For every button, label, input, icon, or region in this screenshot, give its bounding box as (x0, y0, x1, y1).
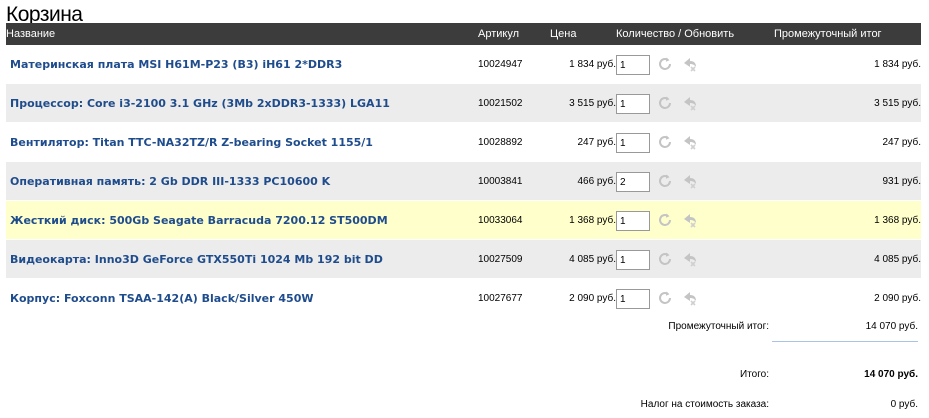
sku-cell: 10003841 (478, 161, 544, 201)
product-link[interactable]: Процессор: Core i3-2100 3.1 GHz (3Mb 2xD… (6, 97, 390, 110)
refresh-icon[interactable] (655, 288, 675, 308)
remove-icon[interactable] (680, 93, 700, 113)
product-link[interactable]: Корпус: Foxconn TSAA-142(A) Black/Silver… (6, 292, 313, 305)
subtotal-cell: 247 руб. (774, 122, 921, 162)
cart-row: Материнская плата MSI H61M-P23 (B3) iH61… (6, 45, 921, 84)
product-cell: Видеокарта: Inno3D GeForce GTX550Ti 1024… (6, 239, 478, 279)
remove-icon[interactable] (680, 54, 700, 74)
product-cell: Материнская плата MSI H61M-P23 (B3) iH61… (6, 45, 478, 84)
summary-tax-label: Налог на стоимость заказа: (640, 399, 769, 410)
cart-table: Название Артикул Цена Количество / Обнов… (6, 23, 921, 318)
subtotal-cell: 4 085 руб. (774, 239, 921, 279)
refresh-icon[interactable] (655, 93, 675, 113)
refresh-icon[interactable] (655, 249, 675, 269)
remove-icon[interactable] (680, 249, 700, 269)
subtotal-cell: 931 руб. (774, 161, 921, 201)
quantity-input[interactable] (616, 211, 650, 231)
product-link[interactable]: Видеокарта: Inno3D GeForce GTX550Ti 1024… (6, 253, 383, 266)
remove-icon[interactable] (680, 171, 700, 191)
remove-icon[interactable] (680, 288, 700, 308)
cart-header-row: Название Артикул Цена Количество / Обнов… (6, 23, 921, 45)
sku-cell: 10033064 (478, 200, 544, 240)
summary-divider (772, 341, 918, 342)
refresh-icon[interactable] (655, 54, 675, 74)
remove-icon[interactable] (680, 132, 700, 152)
subtotal-cell: 1 368 руб. (774, 200, 921, 240)
price-cell: 466 руб. (544, 161, 616, 201)
header-sku: Артикул (478, 23, 544, 45)
quantity-input[interactable] (616, 250, 650, 270)
product-link[interactable]: Оперативная память: 2 Gb DDR III-1333 PC… (6, 175, 330, 188)
sku-cell: 10021502 (478, 83, 544, 123)
cart-row: Вентилятор: Titan TTC-NA32TZ/R Z-bearing… (6, 122, 921, 162)
product-link[interactable]: Материнская плата MSI H61M-P23 (B3) iH61… (6, 58, 342, 71)
sku-cell: 10024947 (478, 45, 544, 84)
summary-subtotal-value: 14 070 руб. (865, 321, 918, 332)
price-cell: 247 руб. (544, 122, 616, 162)
quantity-input[interactable] (616, 94, 650, 114)
summary-total-label: Итого: (740, 369, 769, 380)
sku-cell: 10028892 (478, 122, 544, 162)
header-subtotal: Промежуточный итог (774, 23, 921, 45)
qty-cell (616, 122, 774, 162)
price-cell: 1 368 руб. (544, 200, 616, 240)
cart-row: Процессор: Core i3-2100 3.1 GHz (3Mb 2xD… (6, 83, 921, 123)
subtotal-cell: 2 090 руб. (774, 278, 921, 318)
subtotal-cell: 1 834 руб. (774, 45, 921, 84)
product-cell: Корпус: Foxconn TSAA-142(A) Black/Silver… (6, 278, 478, 318)
cart-row: Корпус: Foxconn TSAA-142(A) Black/Silver… (6, 278, 921, 318)
price-cell: 4 085 руб. (544, 239, 616, 279)
sku-cell: 10027677 (478, 278, 544, 318)
price-cell: 2 090 руб. (544, 278, 616, 318)
product-cell: Вентилятор: Titan TTC-NA32TZ/R Z-bearing… (6, 122, 478, 162)
sku-cell: 10027509 (478, 239, 544, 279)
product-cell: Процессор: Core i3-2100 3.1 GHz (3Mb 2xD… (6, 83, 478, 123)
product-cell: Жесткий диск: 500Gb Seagate Barracuda 72… (6, 200, 478, 240)
header-price: Цена (544, 23, 616, 45)
refresh-icon[interactable] (655, 171, 675, 191)
summary-tax-value: 0 руб. (890, 399, 918, 410)
quantity-input[interactable] (616, 133, 650, 153)
summary-subtotal-label: Промежуточный итог: (668, 321, 769, 332)
subtotal-cell: 3 515 руб. (774, 83, 921, 123)
price-cell: 1 834 руб. (544, 45, 616, 84)
cart-row: Жесткий диск: 500Gb Seagate Barracuda 72… (6, 200, 921, 240)
qty-cell (616, 278, 774, 318)
header-name: Название (6, 23, 478, 45)
product-link[interactable]: Жесткий диск: 500Gb Seagate Barracuda 72… (6, 214, 388, 227)
cart-row: Оперативная память: 2 Gb DDR III-1333 PC… (6, 161, 921, 201)
price-cell: 3 515 руб. (544, 83, 616, 123)
qty-cell (616, 161, 774, 201)
remove-icon[interactable] (680, 210, 700, 230)
qty-cell (616, 200, 774, 240)
summary-total-value: 14 070 руб. (864, 369, 918, 380)
quantity-input[interactable] (616, 289, 650, 309)
product-link[interactable]: Вентилятор: Titan TTC-NA32TZ/R Z-bearing… (6, 136, 373, 149)
header-qty: Количество / Обновить (616, 23, 774, 45)
qty-cell (616, 45, 774, 84)
refresh-icon[interactable] (655, 132, 675, 152)
qty-cell (616, 83, 774, 123)
refresh-icon[interactable] (655, 210, 675, 230)
product-cell: Оперативная память: 2 Gb DDR III-1333 PC… (6, 161, 478, 201)
qty-cell (616, 239, 774, 279)
quantity-input[interactable] (616, 172, 650, 192)
quantity-input[interactable] (616, 55, 650, 75)
cart-row: Видеокарта: Inno3D GeForce GTX550Ti 1024… (6, 239, 921, 279)
